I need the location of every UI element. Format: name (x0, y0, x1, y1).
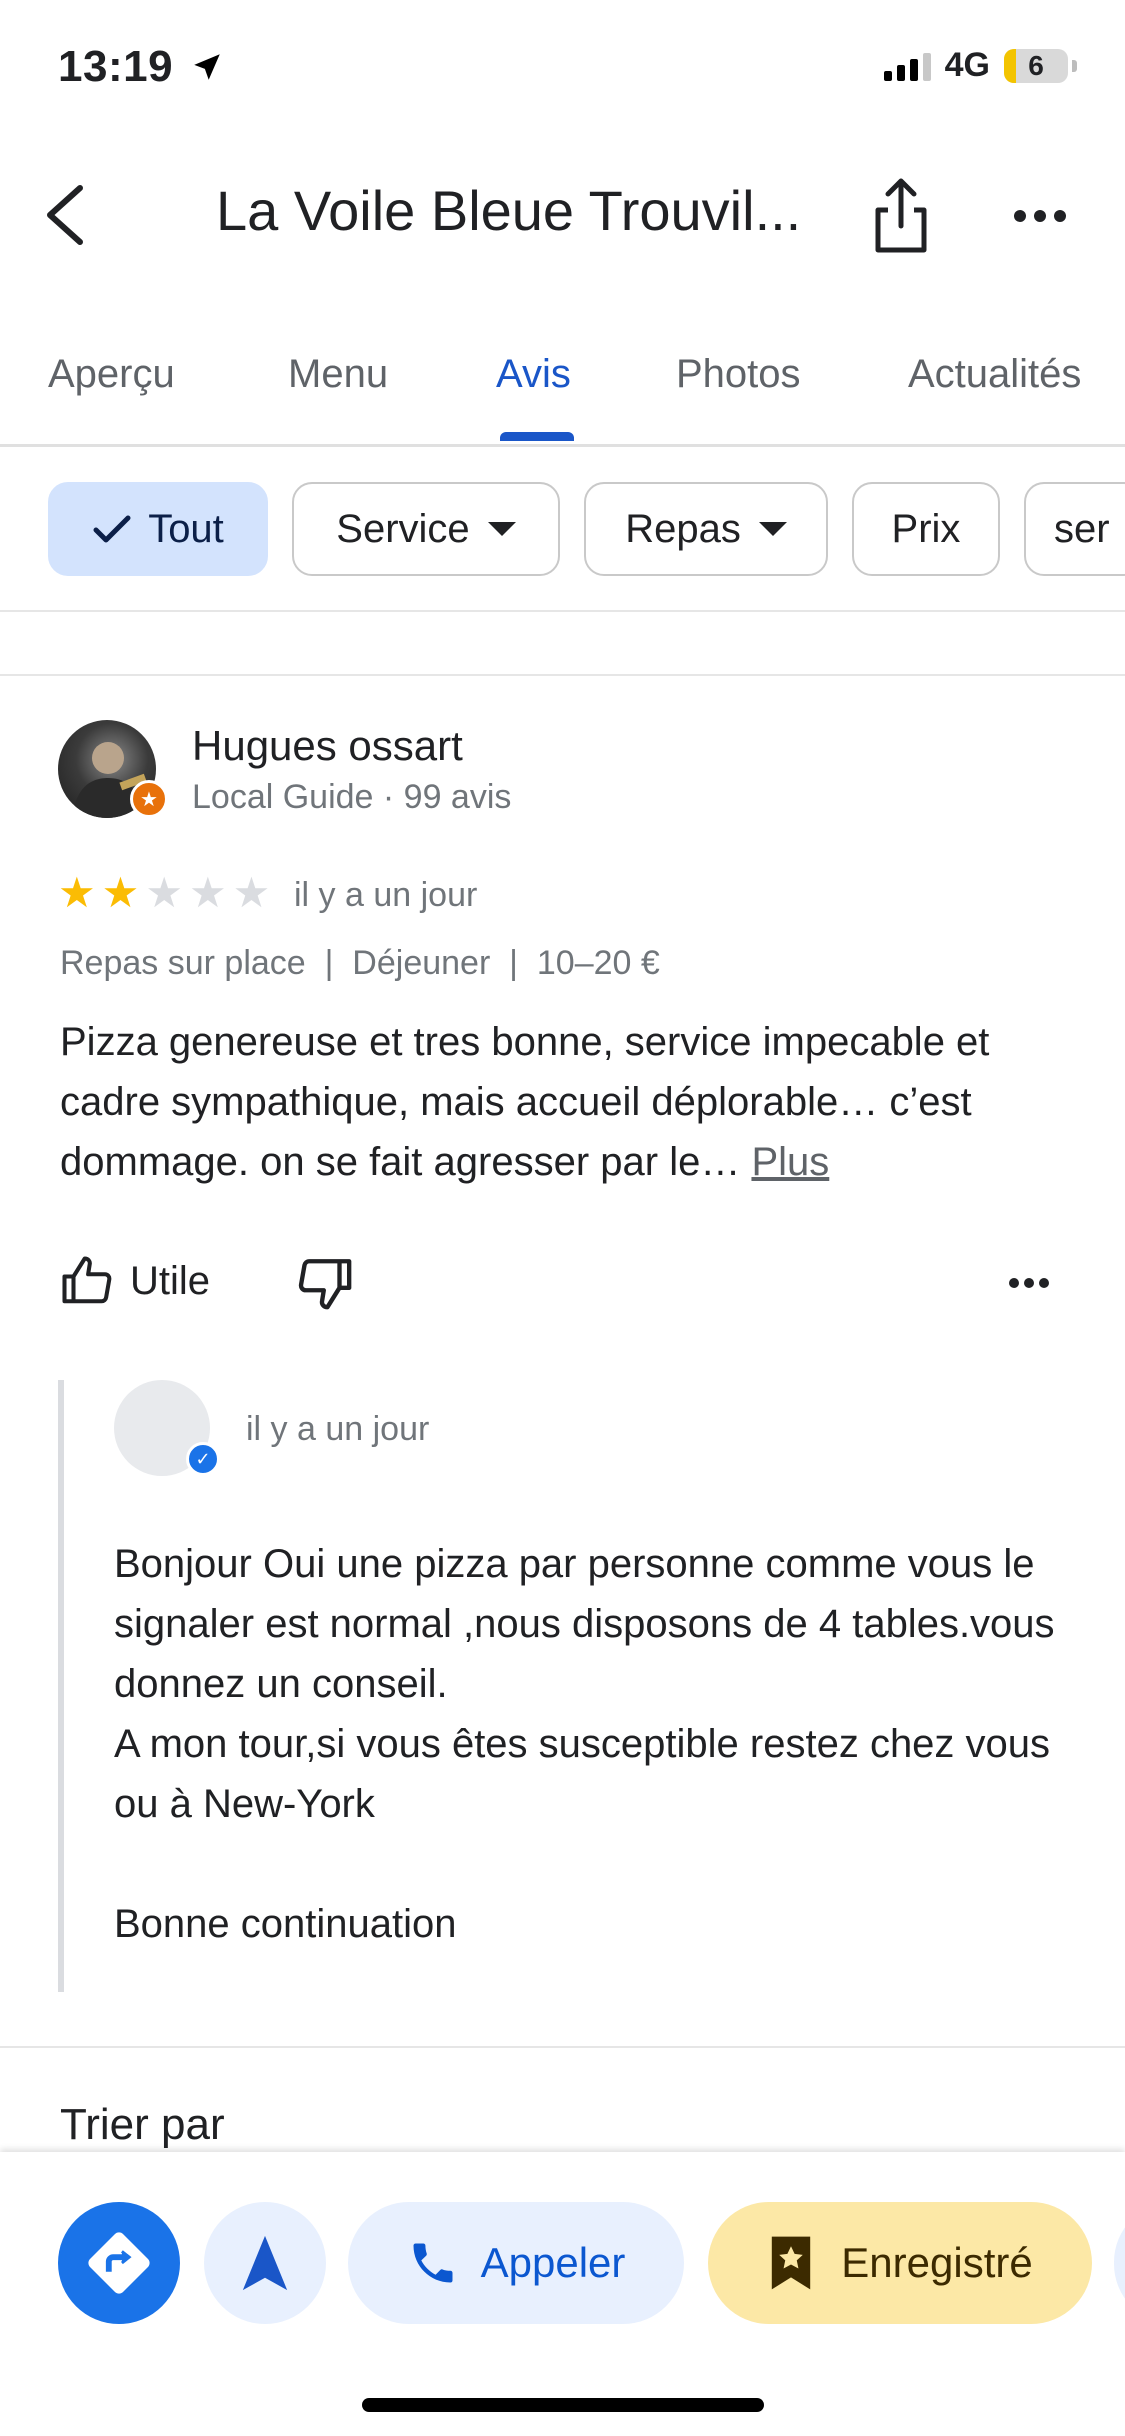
local-guide-badge-icon: ★ (130, 780, 168, 818)
divider (0, 2046, 1125, 2048)
check-icon (93, 515, 131, 543)
visit-meta: Repas sur place | Déjeuner | 10–20 € (60, 944, 660, 982)
filter-chip-repas[interactable]: Repas (584, 482, 828, 576)
battery-cap (1072, 59, 1077, 72)
dropdown-arrow-icon (758, 522, 787, 536)
status-time: 13:19 (58, 42, 224, 92)
saved-button[interactable]: Enregistré (708, 2202, 1092, 2324)
filter-chip-ser[interactable]: ser (1024, 482, 1125, 576)
reviewer-meta: Local Guide · 99 avis (192, 778, 512, 816)
more-link[interactable]: Plus (751, 1140, 829, 1184)
network-type: 4G (944, 46, 990, 84)
navigation-arrow-icon (242, 2235, 288, 2291)
star-filled-icon: ★ (101, 869, 140, 916)
cellular-signal-icon (883, 51, 931, 81)
reviewer-name[interactable]: Hugues ossart (192, 722, 463, 770)
owner-reply-text: Bonjour Oui une pizza par personne comme… (114, 1542, 1055, 1946)
location-arrow-icon (194, 54, 220, 80)
filter-chip-label: Repas (625, 506, 741, 551)
review-text: Pizza genereuse et tres bonne, service i… (60, 1012, 1070, 1192)
review-body: Pizza genereuse et tres bonne, service i… (60, 1020, 990, 1184)
divider (0, 610, 1125, 612)
status-indicators: 4G 6 (883, 46, 1077, 85)
filter-chip-service[interactable]: Service (292, 482, 560, 576)
filter-chip-label: Service (336, 506, 470, 551)
review-date: il y a un jour (294, 876, 478, 914)
reply-indent-bar (58, 1380, 64, 1992)
sort-title: Trier par (60, 2100, 225, 2149)
battery-level: 6 (1028, 49, 1044, 81)
phone-icon (413, 2243, 453, 2283)
star-empty-icon: ★ (232, 869, 271, 916)
battery-icon: 6 (1004, 48, 1068, 83)
helpful-label: Utile (130, 1258, 211, 1303)
filter-chip-label: Prix (891, 506, 961, 551)
star-empty-icon: ★ (188, 869, 227, 916)
thumbs-up-icon (62, 1256, 112, 1304)
verified-badge-icon: ✓ (186, 1442, 220, 1476)
share-icon[interactable] (866, 176, 936, 256)
filter-chip-label: ser (1054, 506, 1110, 551)
back-arrow-icon[interactable] (40, 180, 96, 250)
filter-chip-prix[interactable]: Prix (852, 482, 1000, 576)
filter-chip-tout[interactable]: Tout (48, 482, 268, 576)
tab-menu[interactable]: Menu (288, 352, 388, 397)
place-title: La Voile Bleue Trouvil... (216, 179, 802, 242)
active-tab-indicator (500, 432, 574, 441)
dropdown-arrow-icon (487, 522, 516, 536)
review-more-options-icon[interactable] (1006, 1268, 1052, 1298)
thumbs-down-icon[interactable] (296, 1254, 354, 1312)
reply-date: il y a un jour (246, 1410, 430, 1448)
home-indicator (362, 2398, 764, 2412)
tab-avis[interactable]: Avis (496, 352, 571, 397)
star-rating: ★ ★ ★ ★ ★ (58, 872, 270, 914)
call-label: Appeler (480, 2239, 626, 2286)
divider (0, 674, 1125, 676)
start-navigation-button[interactable] (204, 2202, 326, 2324)
directions-button[interactable] (58, 2202, 180, 2324)
call-button[interactable]: Appeler (348, 2202, 684, 2324)
more-options-icon[interactable] (1010, 196, 1070, 236)
saved-label: Enregistré (841, 2239, 1033, 2286)
star-empty-icon: ★ (145, 869, 183, 916)
directions-icon (88, 2232, 150, 2294)
tab-actualites[interactable]: Actualités (908, 352, 1081, 397)
helpful-button[interactable]: Utile (60, 1254, 210, 1308)
tab-bar: Aperçu Menu Avis Photos Actualités (0, 340, 1125, 447)
bookmark-star-icon (772, 2236, 811, 2290)
tab-photos[interactable]: Photos (676, 352, 801, 397)
tab-apercu[interactable]: Aperçu (48, 352, 175, 397)
filter-chip-label: Tout (148, 506, 224, 551)
star-filled-icon: ★ (58, 869, 96, 916)
